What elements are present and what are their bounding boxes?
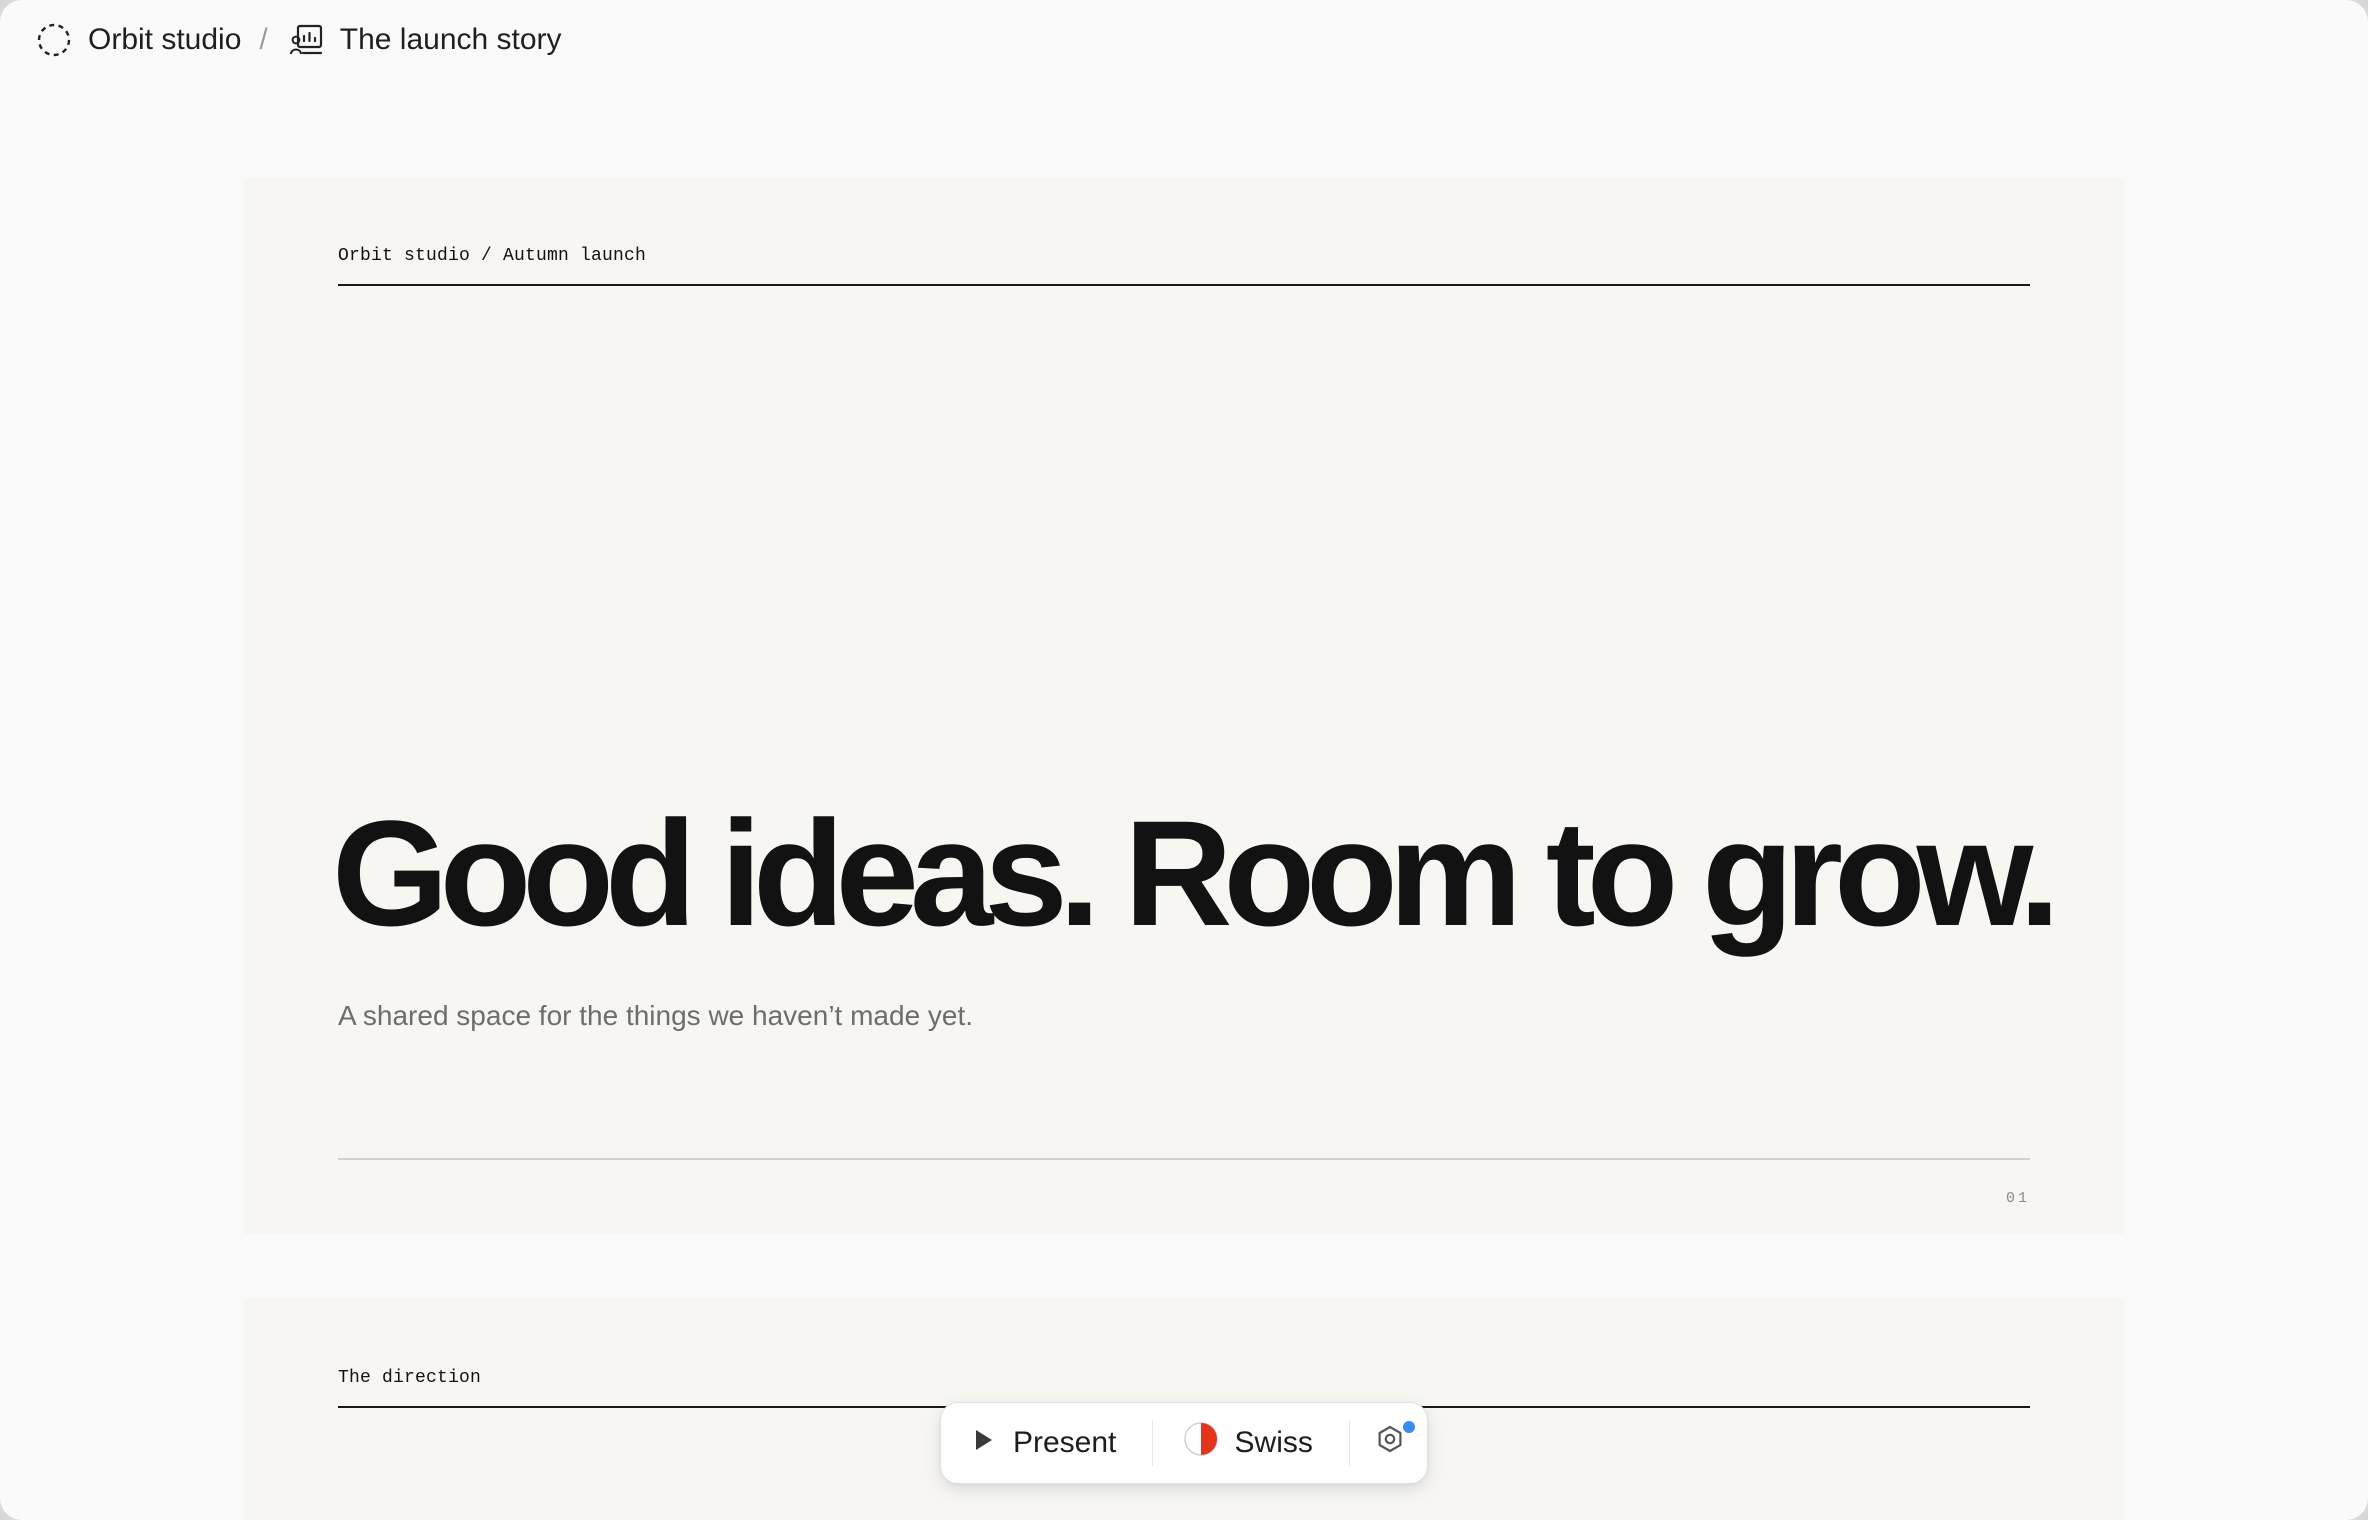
slide-headline: Good ideas. Room to grow. <box>332 789 2060 957</box>
slide-subline: A shared space for the things we haven’t… <box>338 1000 974 1031</box>
app-window: Orbit studio / The launch story Orbit st… <box>0 0 2368 1520</box>
breadcrumb-document-label: The launch story <box>339 23 562 56</box>
presentation-icon <box>289 23 324 57</box>
slide-top-rule <box>338 284 2030 286</box>
dashed-circle-icon <box>36 22 72 58</box>
theme-button[interactable]: Swiss <box>1153 1415 1349 1471</box>
slide-kicker: The direction <box>338 1368 482 1388</box>
breadcrumb-document[interactable]: The launch story <box>289 23 562 57</box>
slide-kicker: Orbit studio / Autumn launch <box>338 246 647 266</box>
slide-1[interactable]: Orbit studio / Autumn launch Good ideas.… <box>244 178 2124 1234</box>
half-circle-theme-icon <box>1183 1421 1219 1465</box>
settings-hexagon-icon <box>1375 1424 1405 1462</box>
breadcrumb-separator: / <box>259 23 268 56</box>
present-label: Present <box>1013 1426 1117 1459</box>
presentation-toolbar: Present Swiss <box>940 1402 1428 1484</box>
present-button[interactable]: Present <box>941 1415 1152 1471</box>
notification-dot <box>1402 1421 1415 1433</box>
breadcrumb-workspace-label: Orbit studio <box>88 23 242 56</box>
breadcrumb: Orbit studio / The launch story <box>36 18 562 62</box>
breadcrumb-workspace[interactable]: Orbit studio <box>36 22 241 58</box>
slide-page-number: 01 <box>2005 1190 2030 1207</box>
play-icon <box>973 1426 995 1460</box>
slide-bottom-rule <box>338 1158 2030 1160</box>
settings-button[interactable] <box>1349 1415 1427 1471</box>
theme-label: Swiss <box>1234 1426 1313 1459</box>
